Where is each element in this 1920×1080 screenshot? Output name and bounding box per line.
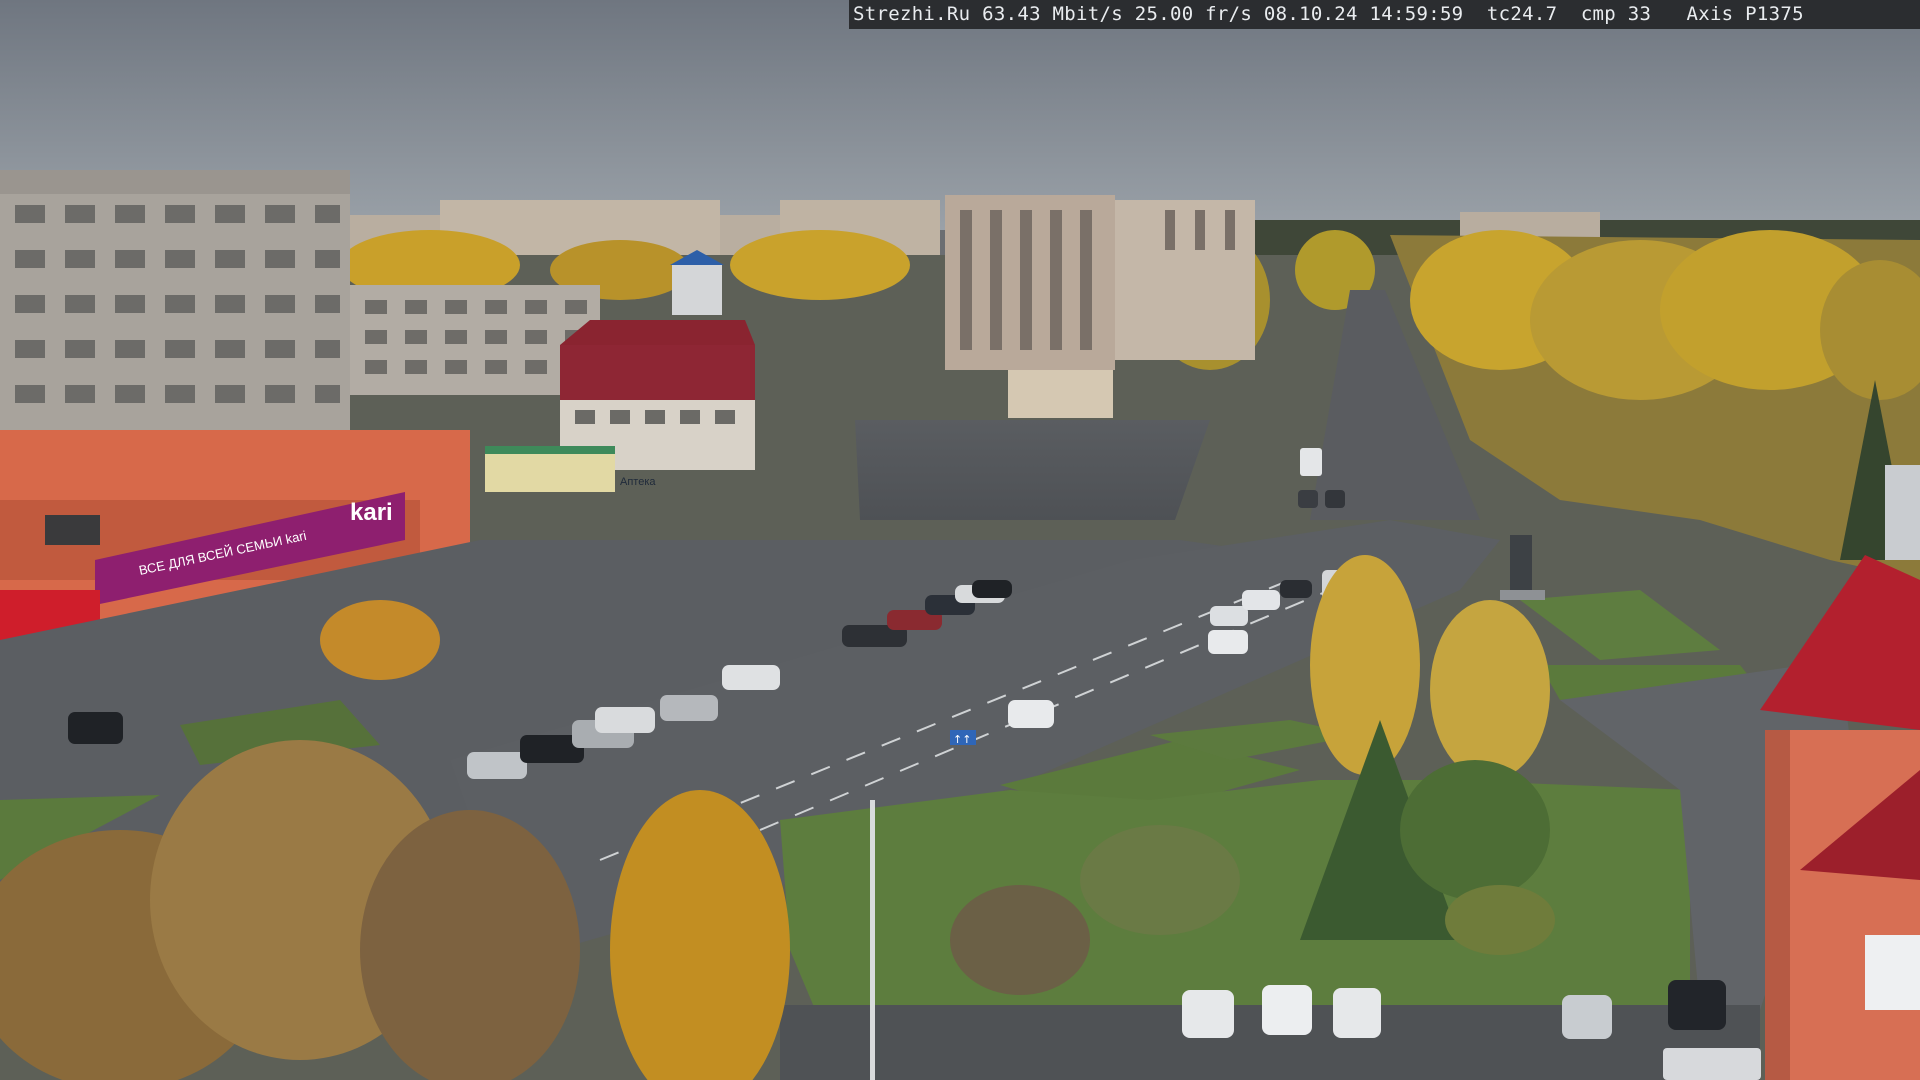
camera-status-overlay: Strezhi.Ru 63.43 Mbit/s 25.00 fr/s 08.10…	[849, 0, 1920, 29]
apartment-block-center	[945, 195, 1255, 370]
lane-sign-arrows: ↑↑	[953, 733, 971, 746]
white-van	[1663, 1048, 1761, 1080]
kari-logo: kari	[350, 499, 393, 526]
small-building	[1008, 370, 1113, 418]
pharmacy-sign: Аптека	[620, 476, 656, 488]
central-plaza	[855, 420, 1210, 520]
webcam-scene: kari ВСЕ ДЛЯ ВСЕЙ СЕМЬИ kari Аптека ↑↑	[0, 0, 1920, 1080]
pharmacy-building	[485, 446, 615, 492]
birch-trunk	[870, 800, 875, 1080]
